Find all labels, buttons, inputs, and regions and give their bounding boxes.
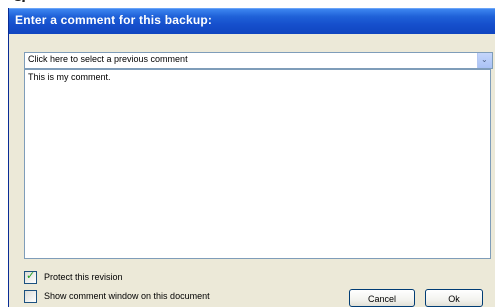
previous-comment-select-value: Click here to select a previous comment: [28, 54, 188, 64]
chevron-down-icon: ⌄: [481, 55, 488, 64]
show-comment-window-checkbox[interactable]: [24, 290, 37, 303]
dialog-body: Click here to select a previous comment …: [9, 34, 495, 307]
comment-text: This is my comment.: [28, 72, 111, 82]
dialog-titlebar: Enter a comment for this backup:: [9, 8, 495, 34]
previous-comment-select[interactable]: Click here to select a previous comment …: [24, 52, 493, 69]
checkmark-icon: ✓: [26, 270, 36, 282]
protect-revision-label: Protect this revision: [44, 272, 123, 282]
ok-button[interactable]: Ok: [425, 289, 483, 307]
dropdown-button[interactable]: ⌄: [477, 53, 492, 68]
show-comment-window-label: Show comment window on this document: [44, 291, 210, 301]
background-text-fragment: g: [0, 0, 495, 2]
comment-textarea[interactable]: This is my comment.: [24, 69, 491, 259]
cancel-button[interactable]: Cancel: [349, 289, 415, 307]
comment-dialog: Enter a comment for this backup: Click h…: [8, 8, 495, 307]
dialog-title: Enter a comment for this backup:: [15, 13, 213, 27]
protect-revision-checkbox[interactable]: ✓: [24, 270, 37, 284]
